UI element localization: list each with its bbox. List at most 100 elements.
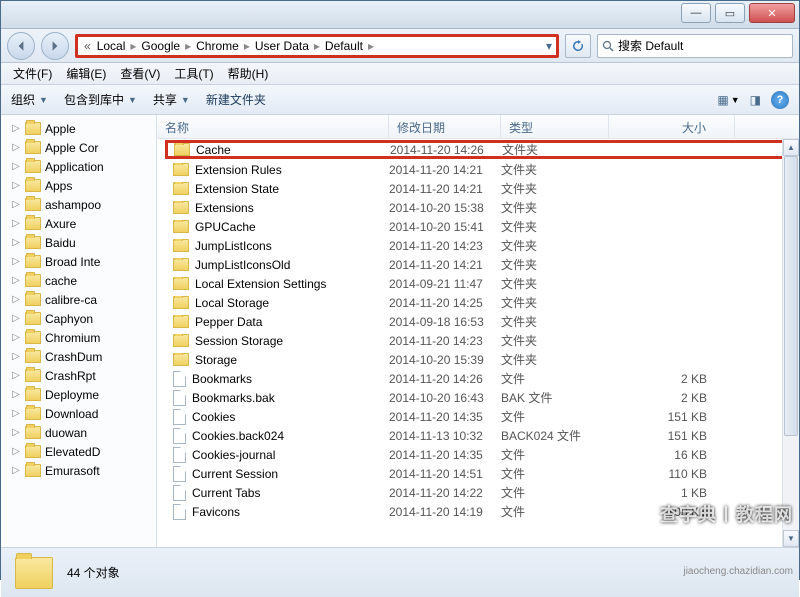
menu-help[interactable]: 帮助(H)	[222, 63, 275, 84]
expand-icon[interactable]: ▷	[11, 161, 21, 172]
tree-item[interactable]: ▷Download	[1, 404, 156, 423]
list-item[interactable]: Session Storage2014-11-20 14:23文件夹	[157, 331, 799, 350]
list-item[interactable]: Cookies.back0242014-11-13 10:32BACK024 文…	[157, 426, 799, 445]
list-item[interactable]: JumpListIcons2014-11-20 14:23文件夹	[157, 236, 799, 255]
expand-icon[interactable]: ▷	[11, 218, 21, 229]
list-item[interactable]: Extension Rules2014-11-20 14:21文件夹	[157, 160, 799, 179]
list-item[interactable]: Cache2014-11-20 14:26文件夹	[165, 140, 795, 159]
tree-item[interactable]: ▷ElevatedD	[1, 442, 156, 461]
tree-item[interactable]: ▷CrashRpt	[1, 366, 156, 385]
preview-pane-button[interactable]: ◨	[750, 93, 761, 107]
tree-item[interactable]: ▷Axure	[1, 214, 156, 233]
menu-edit[interactable]: 编辑(E)	[60, 63, 112, 84]
menu-view[interactable]: 查看(V)	[114, 63, 166, 84]
nav-forward-button[interactable]	[41, 32, 69, 60]
maximize-button[interactable]: ▭	[715, 3, 745, 23]
tree-item[interactable]: ▷ashampoo	[1, 195, 156, 214]
scroll-thumb[interactable]	[784, 156, 798, 436]
expand-icon[interactable]: ▷	[11, 313, 21, 324]
file-date: 2014-10-20 15:39	[389, 353, 501, 367]
tree-item[interactable]: ▷calibre-ca	[1, 290, 156, 309]
expand-icon[interactable]: ▷	[11, 427, 21, 438]
column-date[interactable]: 修改日期	[389, 115, 501, 138]
minimize-button[interactable]: —	[681, 3, 711, 23]
list-item[interactable]: Current Session2014-11-20 14:51文件110 KB	[157, 464, 799, 483]
expand-icon[interactable]: ▷	[11, 256, 21, 267]
column-name[interactable]: 名称	[157, 115, 389, 138]
tree-item[interactable]: ▷Broad Inte	[1, 252, 156, 271]
expand-icon[interactable]: ▷	[11, 199, 21, 210]
expand-icon[interactable]: ▷	[11, 370, 21, 381]
list-item[interactable]: Bookmarks.bak2014-10-20 16:43BAK 文件2 KB	[157, 388, 799, 407]
tree-item-label: Application	[45, 160, 104, 174]
search-input[interactable]: 搜索 Default	[597, 34, 793, 58]
tree-item[interactable]: ▷CrashDum	[1, 347, 156, 366]
view-options-button[interactable]: ▦ ▼	[717, 93, 739, 107]
list-item[interactable]: Current Tabs2014-11-20 14:22文件1 KB	[157, 483, 799, 502]
vertical-scrollbar[interactable]: ▲ ▼	[782, 139, 799, 547]
expand-icon[interactable]: ▷	[11, 294, 21, 305]
expand-icon[interactable]: ▷	[11, 351, 21, 362]
organize-button[interactable]: 组织▼	[11, 91, 48, 108]
breadcrumb-item[interactable]: Chrome	[192, 39, 243, 53]
include-in-library-button[interactable]: 包含到库中▼	[64, 91, 137, 108]
tree-item[interactable]: ▷cache	[1, 271, 156, 290]
menu-tools[interactable]: 工具(T)	[168, 63, 219, 84]
list-item[interactable]: Local Storage2014-11-20 14:25文件夹	[157, 293, 799, 312]
list-item[interactable]: Pepper Data2014-09-18 16:53文件夹	[157, 312, 799, 331]
column-type[interactable]: 类型	[501, 115, 609, 138]
tree-item[interactable]: ▷Apple Cor	[1, 138, 156, 157]
file-icon	[173, 485, 186, 501]
list-item[interactable]: Cookies2014-11-20 14:35文件151 KB	[157, 407, 799, 426]
list-item[interactable]: Extension State2014-11-20 14:21文件夹	[157, 179, 799, 198]
tree-item[interactable]: ▷ Application	[1, 157, 156, 176]
tree-item[interactable]: ▷Deployme	[1, 385, 156, 404]
breadcrumb[interactable]: « Local▸ Google▸ Chrome▸ User Data▸ Defa…	[75, 34, 559, 58]
column-size[interactable]: 大小	[609, 115, 735, 138]
tree-item[interactable]: ▷Apple	[1, 119, 156, 138]
list-item[interactable]: Bookmarks2014-11-20 14:26文件2 KB	[157, 369, 799, 388]
breadcrumb-item[interactable]: Default	[321, 39, 367, 53]
folder-tree[interactable]: ▷Apple▷Apple Cor▷Application▷Apps▷ashamp…	[1, 115, 157, 547]
expand-icon[interactable]: ▷	[11, 332, 21, 343]
share-button[interactable]: 共享▼	[153, 91, 190, 108]
tree-item[interactable]: ▷Caphyon	[1, 309, 156, 328]
refresh-button[interactable]	[565, 34, 591, 58]
breadcrumb-item[interactable]: Local	[93, 39, 130, 53]
file-list-body[interactable]: Cache2014-11-20 14:26文件夹Extension Rules2…	[157, 139, 799, 523]
breadcrumb-dropdown-icon[interactable]: ▾	[546, 39, 552, 53]
new-folder-button[interactable]: 新建文件夹	[206, 91, 266, 108]
nav-back-button[interactable]	[7, 32, 35, 60]
expand-icon[interactable]: ▷	[11, 408, 21, 419]
tree-item[interactable]: ▷Baidu	[1, 233, 156, 252]
breadcrumb-item[interactable]: Google	[137, 39, 184, 53]
list-item[interactable]: Cookies-journal2014-11-20 14:35文件16 KB	[157, 445, 799, 464]
expand-icon[interactable]: ▷	[11, 446, 21, 457]
tree-item[interactable]: ▷Apps	[1, 176, 156, 195]
list-item[interactable]: Local Extension Settings2014-09-21 11:47…	[157, 274, 799, 293]
breadcrumb-overflow[interactable]: «	[84, 39, 91, 53]
tree-item[interactable]: ▷Emurasoft	[1, 461, 156, 480]
expand-icon[interactable]: ▷	[11, 180, 21, 191]
breadcrumb-item[interactable]: User Data	[251, 39, 313, 53]
list-item[interactable]: GPUCache2014-10-20 15:41文件夹	[157, 217, 799, 236]
tree-item[interactable]: ▷duowan	[1, 423, 156, 442]
expand-icon[interactable]: ▷	[11, 237, 21, 248]
close-button[interactable]: ✕	[749, 3, 795, 23]
scroll-down-button[interactable]: ▼	[783, 530, 799, 547]
expand-icon[interactable]: ▷	[11, 275, 21, 286]
scroll-up-button[interactable]: ▲	[783, 139, 799, 156]
expand-icon[interactable]: ▷	[11, 142, 21, 153]
tree-item[interactable]: ▷Chromium	[1, 328, 156, 347]
folder-icon	[25, 217, 41, 230]
file-date: 2014-09-21 11:47	[389, 277, 501, 291]
expand-icon[interactable]: ▷	[11, 389, 21, 400]
help-button[interactable]: ?	[771, 91, 789, 109]
list-item[interactable]: Storage2014-10-20 15:39文件夹	[157, 350, 799, 369]
expand-icon[interactable]: ▷	[11, 123, 21, 134]
menu-file[interactable]: 文件(F)	[7, 63, 58, 84]
expand-icon[interactable]: ▷	[11, 465, 21, 476]
list-item[interactable]: JumpListIconsOld2014-11-20 14:21文件夹	[157, 255, 799, 274]
folder-icon	[25, 274, 41, 287]
list-item[interactable]: Extensions2014-10-20 15:38文件夹	[157, 198, 799, 217]
